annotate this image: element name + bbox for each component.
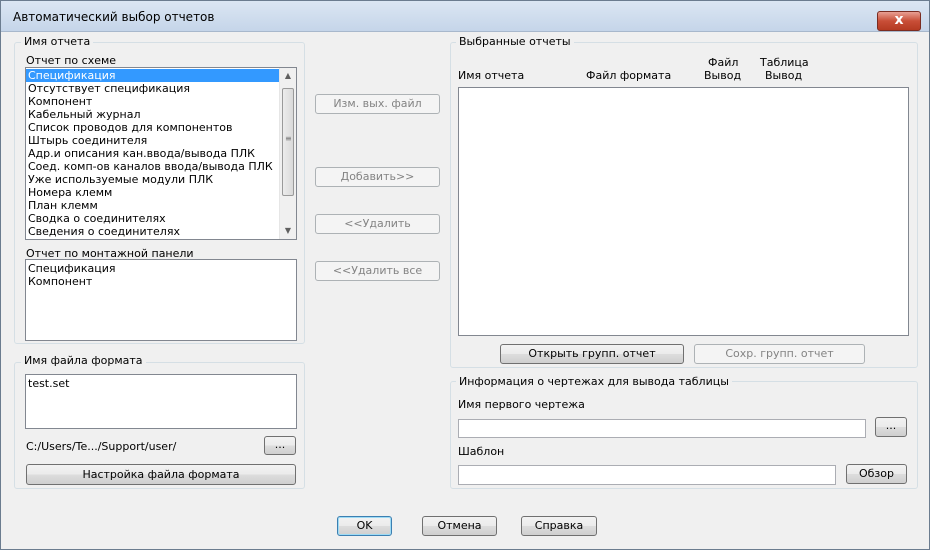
list-item[interactable]: Штырь соединителя <box>26 134 279 147</box>
title-bar: Автоматический выбор отчетов x <box>1 1 929 32</box>
add-button[interactable]: Добавить>> <box>315 167 440 187</box>
first-drawing-browse-button[interactable]: ... <box>875 417 907 437</box>
list-item[interactable]: План клемм <box>26 199 279 212</box>
list-item[interactable]: Адр.и описания кан.ввода/вывода ПЛК <box>26 147 279 160</box>
template-browse-button[interactable]: Обзор <box>846 464 907 484</box>
list-item[interactable]: Компонент <box>26 95 279 108</box>
col-table-output-top: Таблица <box>760 56 809 69</box>
remove-all-button[interactable]: <<Удалить все <box>315 261 440 281</box>
save-group-report-button[interactable]: Сохр. групп. отчет <box>694 344 865 364</box>
schema-report-list[interactable]: Спецификация Отсутствует спецификация Комп… <box>25 67 297 240</box>
list-item[interactable]: Кабельный журнал <box>26 108 279 121</box>
list-item[interactable]: Спецификация <box>26 262 294 275</box>
scroll-down-icon[interactable]: ▼ <box>280 223 296 239</box>
selected-reports-list[interactable] <box>458 87 909 336</box>
selected-reports-group-label: Выбранные отчеты <box>456 35 574 48</box>
list-item[interactable]: Компонент <box>26 275 294 288</box>
report-name-group-label: Имя отчета <box>21 35 94 48</box>
col-file-output-top: Файл <box>708 56 739 69</box>
list-item[interactable]: Отсутствует спецификация <box>26 82 279 95</box>
col-format-file: Файл формата <box>586 69 672 82</box>
template-input[interactable] <box>458 465 836 485</box>
format-file-group-label: Имя файла формата <box>21 354 146 367</box>
change-output-file-button[interactable]: Изм. вых. файл <box>315 94 440 114</box>
template-label: Шаблон <box>458 445 505 458</box>
scroll-up-icon[interactable]: ▲ <box>280 68 296 84</box>
list-item[interactable]: Соед. комп-ов каналов ввода/вывода ПЛК <box>26 160 279 173</box>
format-file-list[interactable]: test.set <box>25 374 297 429</box>
drawing-info-group-label: Информация о чертежах для вывода таблицы <box>456 375 732 388</box>
first-drawing-input[interactable] <box>458 419 866 438</box>
list-item[interactable]: Номера клемм <box>26 186 279 199</box>
scroll-thumb[interactable]: ≡ <box>282 88 294 196</box>
list-item[interactable]: Список проводов для компонентов <box>26 121 279 134</box>
open-group-report-button[interactable]: Открыть групп. отчет <box>500 344 684 364</box>
col-report-name: Имя отчета <box>458 69 525 82</box>
format-settings-button[interactable]: Настройка файла формата <box>26 464 296 485</box>
close-button[interactable]: x <box>877 11 921 31</box>
col-file-output-bottom: Вывод <box>704 69 742 82</box>
list-item[interactable]: test.set <box>26 377 294 390</box>
dialog-window: Автоматический выбор отчетов x Имя отчет… <box>0 0 930 550</box>
schema-report-label: Отчет по схеме <box>26 54 117 67</box>
window-title: Автоматический выбор отчетов <box>13 10 215 24</box>
format-path-text: C:/Users/Te.../Support/user/ <box>26 440 177 453</box>
list-item[interactable]: Спецификация <box>26 69 279 82</box>
ok-button[interactable]: OK <box>337 516 392 536</box>
col-table-output-bottom: Вывод <box>765 69 803 82</box>
help-button[interactable]: Справка <box>521 516 597 536</box>
format-path-browse-button[interactable]: ... <box>264 436 296 455</box>
cancel-button[interactable]: Отмена <box>422 516 497 536</box>
list-item[interactable]: Сведения о соединителях <box>26 225 279 238</box>
list-item[interactable]: Сводка о соединителях <box>26 212 279 225</box>
remove-button[interactable]: <<Удалить <box>315 214 440 234</box>
list-item[interactable]: Уже используемые модули ПЛК <box>26 173 279 186</box>
schema-list-scrollbar[interactable]: ▲ ≡ ▼ <box>279 68 296 239</box>
first-drawing-label: Имя первого чертежа <box>458 398 585 411</box>
panel-report-list[interactable]: Спецификация Компонент <box>25 259 297 341</box>
